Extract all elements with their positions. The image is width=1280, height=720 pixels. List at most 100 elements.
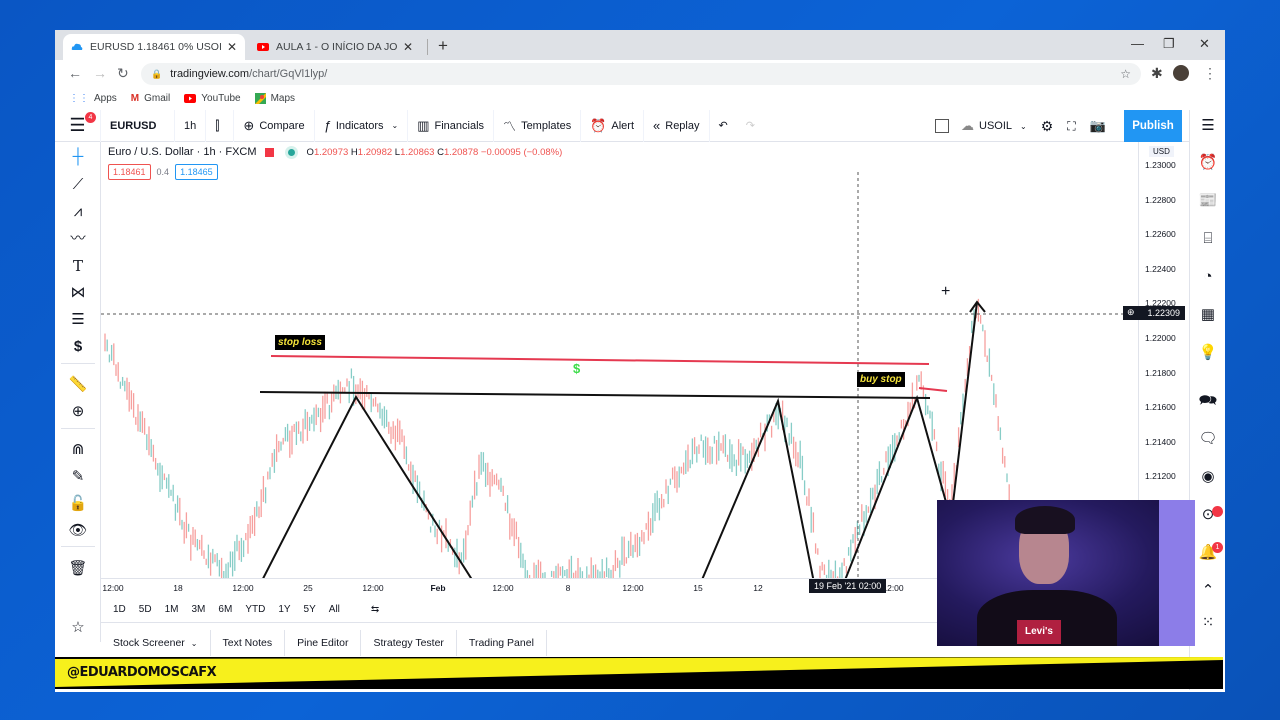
- lock-drawings-icon[interactable]: ✎: [67, 467, 89, 487]
- range-ytd[interactable]: YTD: [245, 604, 265, 615]
- extensions-puzzle-icon[interactable]: ✱: [1151, 65, 1163, 82]
- tab-stock-screener[interactable]: Stock Screener ⌄: [101, 630, 211, 656]
- replay-label: Replay: [665, 119, 700, 132]
- price-tick: 1.22600: [1145, 229, 1176, 240]
- camera-icon[interactable]: 📷: [1090, 118, 1106, 134]
- lock-icon[interactable]: 🔓: [67, 494, 89, 514]
- news-icon[interactable]: 📰: [1197, 190, 1219, 212]
- go-to-date-icon[interactable]: ⇆: [371, 604, 379, 615]
- tab-pine-editor[interactable]: Pine Editor: [285, 630, 362, 656]
- templates-button[interactable]: 〽 Templates: [494, 109, 582, 142]
- profile-avatar[interactable]: [1173, 65, 1189, 81]
- range-5y[interactable]: 5Y: [304, 604, 316, 615]
- fib-tool-icon[interactable]: ⩘: [67, 202, 89, 222]
- streams-badge: [1212, 506, 1223, 517]
- text-tool-icon[interactable]: T: [67, 256, 89, 276]
- trend-line-tool-icon[interactable]: ⟋: [67, 175, 89, 195]
- replay-button[interactable]: « Replay: [644, 109, 710, 142]
- bookmark-apps[interactable]: ⋮⋮ Apps: [69, 93, 117, 104]
- compare-button[interactable]: ⊕ Compare: [234, 109, 315, 142]
- ideas-lightbulb-icon[interactable]: 💡: [1197, 342, 1219, 364]
- presenter-hair: [1015, 506, 1075, 534]
- add-plus-circle-icon[interactable]: ⊕: [1127, 307, 1135, 318]
- currency-label[interactable]: USD: [1149, 146, 1174, 157]
- watchlist-icon[interactable]: ☰: [1197, 115, 1219, 137]
- layout-name[interactable]: USOIL: [979, 120, 1012, 132]
- undo-button[interactable]: ↶: [710, 110, 737, 142]
- ruler-icon[interactable]: 📏: [67, 375, 89, 395]
- zoom-in-icon[interactable]: ⊕: [67, 402, 89, 422]
- fullscreen-icon[interactable]: ⛶: [1067, 119, 1075, 134]
- chart-type-button[interactable]: ⫿: [206, 109, 235, 142]
- calendar-icon[interactable]: ▦: [1197, 304, 1219, 326]
- reload-button[interactable]: ↻: [117, 65, 129, 82]
- bookmark-gmail[interactable]: M Gmail: [131, 93, 170, 104]
- interval-button[interactable]: 1h: [175, 109, 207, 142]
- main-menu-button[interactable]: ☰ 4: [55, 109, 101, 142]
- settings-gear-icon[interactable]: ⚙: [1041, 118, 1054, 135]
- bookmark-youtube[interactable]: YouTube: [184, 93, 241, 104]
- restore-button[interactable]: ❐: [1163, 36, 1175, 52]
- dots-grid-icon[interactable]: ⁙: [1197, 612, 1219, 634]
- redo-button[interactable]: ↷: [737, 110, 764, 142]
- tab-text-notes[interactable]: Text Notes: [211, 630, 286, 656]
- tab-strategy-tester[interactable]: Strategy Tester: [361, 630, 457, 656]
- forward-button[interactable]: →: [93, 65, 107, 81]
- ideas-stream-icon[interactable]: ◉: [1197, 466, 1219, 488]
- xabcd-pattern-icon[interactable]: ⋈: [67, 283, 89, 303]
- close-window-button[interactable]: ✕: [1199, 36, 1210, 52]
- chat-bubble-icon[interactable]: 🗨: [1197, 428, 1219, 450]
- toolbar-divider: [61, 363, 95, 364]
- browser-menu-icon[interactable]: ⋮: [1203, 65, 1217, 82]
- range-1m[interactable]: 1M: [165, 604, 179, 615]
- range-5d[interactable]: 5D: [139, 604, 152, 615]
- redo-icon: ↷: [745, 120, 755, 132]
- collapse-chevrons-icon[interactable]: ⌃: [1197, 580, 1219, 602]
- market-status-dot: [287, 148, 295, 156]
- back-button[interactable]: ←: [68, 65, 82, 81]
- data-window-icon[interactable]: ⌸: [1197, 228, 1219, 250]
- chevron-down-icon[interactable]: ⌄: [1020, 122, 1027, 131]
- buy-stop-label[interactable]: buy stop: [857, 372, 905, 387]
- address-bar[interactable]: 🔒 tradingview.com /chart/GqVl1lyp/ ☆: [141, 63, 1141, 85]
- indicators-button[interactable]: ƒ Indicators ⌄: [315, 109, 409, 142]
- flag-icon[interactable]: [264, 147, 274, 157]
- range-all[interactable]: All: [329, 604, 340, 615]
- new-tab-button[interactable]: +: [438, 36, 448, 56]
- dollar-tool-icon[interactable]: $: [67, 337, 89, 357]
- minimize-button[interactable]: —: [1131, 36, 1144, 51]
- browser-tab-youtube[interactable]: AULA 1 - O INÍCIO DA JORNADA ✕: [249, 34, 421, 60]
- hotlist-fire-icon[interactable]: ◔: [1197, 266, 1219, 288]
- publish-button[interactable]: Publish: [1124, 110, 1182, 142]
- range-1d[interactable]: 1D: [113, 604, 126, 615]
- favorites-star-icon[interactable]: ☆: [67, 618, 89, 638]
- financials-button[interactable]: ▥ Financials: [408, 109, 495, 142]
- alert-button[interactable]: ⏰ Alert: [581, 109, 645, 142]
- select-layout-button[interactable]: [935, 119, 949, 133]
- stop-loss-label[interactable]: stop loss: [275, 335, 325, 350]
- close-tab-icon[interactable]: ✕: [403, 40, 413, 54]
- tab-trading-panel[interactable]: Trading Panel: [457, 630, 547, 656]
- symbol-search-button[interactable]: EURUSD: [101, 109, 175, 142]
- magnet-icon[interactable]: ⋒: [67, 440, 89, 460]
- symbol-description[interactable]: Euro / U.S. Dollar · 1h · FXCM: [108, 146, 257, 158]
- eye-icon[interactable]: 👁: [67, 521, 89, 541]
- trash-icon[interactable]: 🗑: [67, 559, 89, 579]
- prediction-tool-icon[interactable]: ☰: [67, 310, 89, 330]
- patterns-tool-icon[interactable]: 〰: [67, 229, 89, 249]
- buy-price-button[interactable]: 1.18465: [175, 164, 218, 180]
- bookmark-star-icon[interactable]: ☆: [1120, 67, 1131, 81]
- bookmark-maps[interactable]: Maps: [254, 92, 295, 104]
- range-6m[interactable]: 6M: [218, 604, 232, 615]
- dollar-marker[interactable]: $: [573, 361, 580, 376]
- browser-tab-tradingview[interactable]: EURUSD 1.18461 0% USOIL ✕: [63, 34, 245, 60]
- range-3m[interactable]: 3M: [192, 604, 206, 615]
- sell-price-button[interactable]: 1.18461: [108, 164, 151, 180]
- close-tab-icon[interactable]: ✕: [227, 40, 237, 54]
- crosshair-price-label: ⊕ 1.22309: [1123, 306, 1185, 320]
- chats-icon[interactable]: 🗪: [1197, 390, 1219, 412]
- rewind-icon: «: [653, 118, 661, 133]
- crosshair-tool-icon[interactable]: ┼: [67, 147, 89, 167]
- alarm-clock-icon[interactable]: ⏰: [1197, 152, 1219, 174]
- range-1y[interactable]: 1Y: [278, 604, 290, 615]
